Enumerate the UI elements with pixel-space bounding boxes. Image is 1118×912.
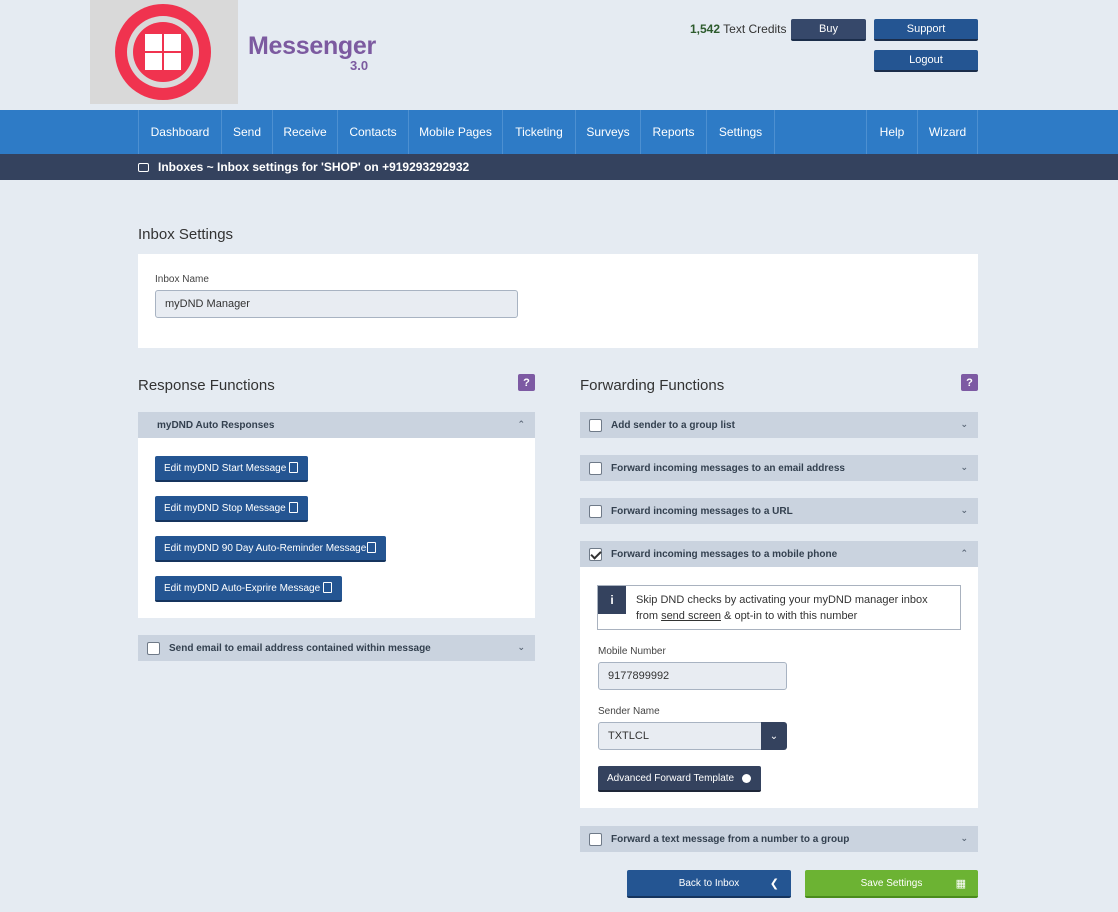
chevron-up-icon: ⌃ — [517, 419, 525, 429]
chevron-up-icon: ⌃ — [960, 548, 968, 558]
advanced-forward-template-button[interactable]: Advanced Forward Template — [598, 766, 761, 792]
nav-contacts[interactable]: Contacts — [337, 110, 408, 154]
response-functions-title: Response Functions — [138, 377, 275, 394]
forward-mobile-label: Forward incoming messages to a mobile ph… — [611, 548, 838, 560]
nav-ticketing[interactable]: Ticketing — [502, 110, 575, 154]
nav-receive[interactable]: Receive — [272, 110, 337, 154]
nav-reports[interactable]: Reports — [640, 110, 706, 154]
chevron-left-icon: ❮ — [769, 878, 779, 890]
support-button[interactable]: Support — [874, 19, 978, 41]
inbox-settings-title: Inbox Settings — [138, 226, 234, 243]
nav-send[interactable]: Send — [221, 110, 272, 154]
info-icon: i — [598, 586, 626, 614]
info-text: Skip DND checks by activating your myDND… — [636, 592, 956, 624]
logout-button[interactable]: Logout — [874, 50, 978, 72]
edit-stop-message-button[interactable]: Edit myDND Stop Message — [155, 496, 308, 522]
nav-wizard[interactable]: Wizard — [917, 110, 978, 154]
forward-number-group-checkbox[interactable] — [589, 832, 602, 846]
forwarding-help-icon[interactable]: ? — [961, 374, 978, 391]
info-post: & opt-in to with this number — [721, 610, 858, 622]
send-email-checkbox[interactable] — [147, 641, 160, 655]
chevron-down-icon: ⌄ — [517, 642, 525, 652]
forward-mobile-option[interactable]: Forward incoming messages to a mobile ph… — [580, 541, 978, 567]
nav-help[interactable]: Help — [866, 110, 917, 154]
main-nav: Dashboard Send Receive Contacts Mobile P… — [0, 110, 1118, 154]
breadcrumb-text: Inboxes ~ Inbox settings for 'SHOP' on +… — [158, 160, 470, 174]
forward-group-list-option[interactable]: Add sender to a group list ⌄ — [580, 412, 978, 438]
auto-responses-title: myDND Auto Responses — [157, 419, 275, 431]
inbox-name-input[interactable]: myDND Manager — [155, 290, 518, 318]
brand-name: Messenger — [248, 32, 376, 60]
forward-group-list-checkbox[interactable] — [589, 418, 602, 432]
response-help-icon[interactable]: ? — [518, 374, 535, 391]
edit-reminder-message-button[interactable]: Edit myDND 90 Day Auto-Reminder Message — [155, 536, 386, 562]
edit-start-message-button[interactable]: Edit myDND Start Message — [155, 456, 308, 482]
mobile-number-label: Mobile Number — [598, 646, 666, 657]
nav-mobile-pages[interactable]: Mobile Pages — [408, 110, 502, 154]
nav-dashboard[interactable]: Dashboard — [138, 110, 221, 154]
credits-label: Text Credits — [723, 22, 787, 36]
gear-icon — [742, 774, 751, 783]
sender-name-label: Sender Name — [598, 706, 660, 717]
edit-reminder-message-label: Edit myDND 90 Day Auto-Reminder Message — [164, 542, 367, 554]
edit-stop-message-label: Edit myDND Stop Message — [164, 502, 286, 514]
forward-url-checkbox[interactable] — [589, 504, 602, 518]
buy-button[interactable]: Buy — [791, 19, 866, 41]
forward-url-label: Forward incoming messages to a URL — [611, 505, 793, 517]
nav-settings[interactable]: Settings — [706, 110, 774, 154]
edit-expire-message-button[interactable]: Edit myDND Auto-Exprire Message — [155, 576, 342, 602]
save-settings-label: Save Settings — [860, 877, 923, 889]
forward-group-list-label: Add sender to a group list — [611, 419, 735, 431]
forward-email-checkbox[interactable] — [589, 461, 602, 475]
edit-start-message-label: Edit myDND Start Message — [164, 462, 287, 474]
document-icon — [367, 542, 376, 553]
forward-email-label: Forward incoming messages to an email ad… — [611, 462, 845, 474]
forwarding-functions-title: Forwarding Functions — [580, 377, 725, 394]
forward-mobile-checkbox[interactable] — [589, 547, 602, 561]
forward-number-group-label: Forward a text message from a number to … — [611, 833, 850, 845]
chevron-down-icon: ⌄ — [960, 462, 968, 472]
forward-email-option[interactable]: Forward incoming messages to an email ad… — [580, 455, 978, 481]
document-icon — [289, 502, 298, 513]
logo — [90, 0, 238, 104]
mobile-number-input[interactable]: 9177899992 — [598, 662, 787, 690]
chevron-down-icon: ⌄ — [960, 419, 968, 429]
nav-divider — [774, 110, 775, 154]
edit-expire-message-label: Edit myDND Auto-Exprire Message — [164, 582, 321, 594]
send-email-label: Send email to email address contained wi… — [169, 642, 431, 654]
info-pre: from — [636, 610, 662, 622]
sender-name-select[interactable]: TXTLCL — [598, 722, 763, 750]
send-email-option[interactable]: Send email to email address contained wi… — [138, 635, 535, 661]
send-screen-link[interactable]: send screen — [661, 610, 721, 622]
breadcrumb: Inboxes ~ Inbox settings for 'SHOP' on +… — [0, 154, 1118, 180]
credits-count: 1,542 — [690, 22, 721, 36]
inbox-name-label: Inbox Name — [155, 274, 209, 285]
nav-surveys[interactable]: Surveys — [575, 110, 640, 154]
document-icon — [289, 462, 298, 473]
back-to-inbox-button[interactable]: Back to Inbox ❮ — [627, 870, 791, 898]
chevron-down-icon: ⌄ — [960, 833, 968, 843]
auto-responses-header[interactable]: myDND Auto Responses ⌃ — [138, 412, 535, 438]
save-icon: ▦ — [955, 878, 966, 890]
text-credits: 1,542 Text Credits — [690, 22, 787, 36]
brand-version: 3.0 — [350, 58, 369, 73]
advanced-forward-template-label: Advanced Forward Template — [607, 772, 735, 784]
chevron-down-icon[interactable]: ⌄ — [761, 722, 787, 750]
forward-number-group-option[interactable]: Forward a text message from a number to … — [580, 826, 978, 852]
logo-icon — [115, 4, 211, 100]
document-icon — [323, 582, 332, 593]
chevron-down-icon: ⌄ — [960, 505, 968, 515]
forward-url-option[interactable]: Forward incoming messages to a URL ⌄ — [580, 498, 978, 524]
inbox-icon — [138, 162, 149, 172]
save-settings-button[interactable]: Save Settings ▦ — [805, 870, 978, 898]
back-to-inbox-label: Back to Inbox — [678, 877, 740, 889]
info-line1: Skip DND checks by activating your myDND… — [636, 594, 928, 606]
dnd-info-box: i Skip DND checks by activating your myD… — [597, 585, 961, 630]
